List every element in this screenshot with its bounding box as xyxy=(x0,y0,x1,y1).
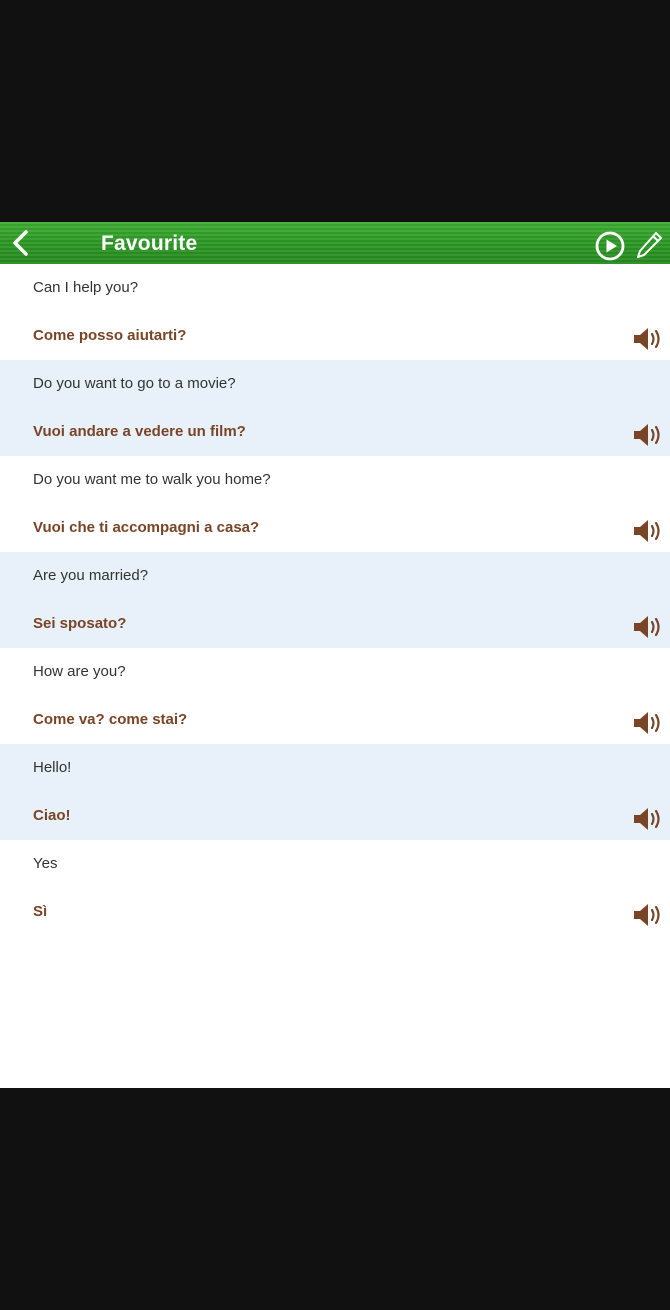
edit-button[interactable] xyxy=(634,230,664,260)
english-phrase: Yes xyxy=(33,855,58,872)
pencil-icon xyxy=(637,232,662,258)
list-item[interactable]: How are you? Come va? come stai? xyxy=(0,648,670,744)
italian-translation: Vuoi andare a vedere un film? xyxy=(33,423,246,440)
english-phrase: Hello! xyxy=(33,759,72,776)
favourites-list: Can I help you? Come posso aiutarti? Do … xyxy=(0,264,670,936)
italian-translation: Come va? come stai? xyxy=(33,711,188,728)
italian-translation: Sei sposato? xyxy=(33,615,127,632)
speaker-icon xyxy=(634,616,660,638)
play-audio-button[interactable] xyxy=(631,325,663,353)
back-button[interactable] xyxy=(8,228,36,258)
play-all-button[interactable] xyxy=(594,230,626,262)
speaker-icon xyxy=(634,712,660,734)
nav-header: Favourite xyxy=(0,222,670,264)
bottom-letterbox xyxy=(0,1088,670,1310)
list-item[interactable]: Yes Sì xyxy=(0,840,670,936)
speaker-icon xyxy=(634,808,660,830)
list-item[interactable]: Can I help you? Come posso aiutarti? xyxy=(0,264,670,360)
play-audio-button[interactable] xyxy=(631,421,663,449)
english-phrase: Are you married? xyxy=(33,567,149,584)
play-audio-button[interactable] xyxy=(631,805,663,833)
english-phrase: Can I help you? xyxy=(33,279,139,296)
speaker-icon xyxy=(634,520,660,542)
speaker-icon xyxy=(634,904,660,926)
chevron-left-icon xyxy=(13,230,28,256)
top-letterbox xyxy=(0,0,670,222)
speaker-icon xyxy=(634,424,660,446)
english-phrase: How are you? xyxy=(33,663,126,680)
italian-translation: Vuoi che ti accompagni a casa? xyxy=(33,519,260,536)
play-circle-icon xyxy=(595,231,625,261)
list-item[interactable]: Do you want to go to a movie? Vuoi andar… xyxy=(0,360,670,456)
speaker-icon xyxy=(634,328,660,350)
list-item[interactable]: Are you married? Sei sposato? xyxy=(0,552,670,648)
page-title: Favourite xyxy=(101,232,198,255)
play-audio-button[interactable] xyxy=(631,517,663,545)
italian-translation: Ciao! xyxy=(33,807,71,824)
play-audio-button[interactable] xyxy=(631,709,663,737)
play-audio-button[interactable] xyxy=(631,901,663,929)
english-phrase: Do you want me to walk you home? xyxy=(33,471,271,488)
english-phrase: Do you want to go to a movie? xyxy=(33,375,236,392)
app-screen: Favourite Can I help you? Come posso aiu… xyxy=(0,222,670,1088)
list-item[interactable]: Hello! Ciao! xyxy=(0,744,670,840)
italian-translation: Sì xyxy=(33,903,48,920)
italian-translation: Come posso aiutarti? xyxy=(33,327,187,344)
list-item[interactable]: Do you want me to walk you home? Vuoi ch… xyxy=(0,456,670,552)
play-audio-button[interactable] xyxy=(631,613,663,641)
